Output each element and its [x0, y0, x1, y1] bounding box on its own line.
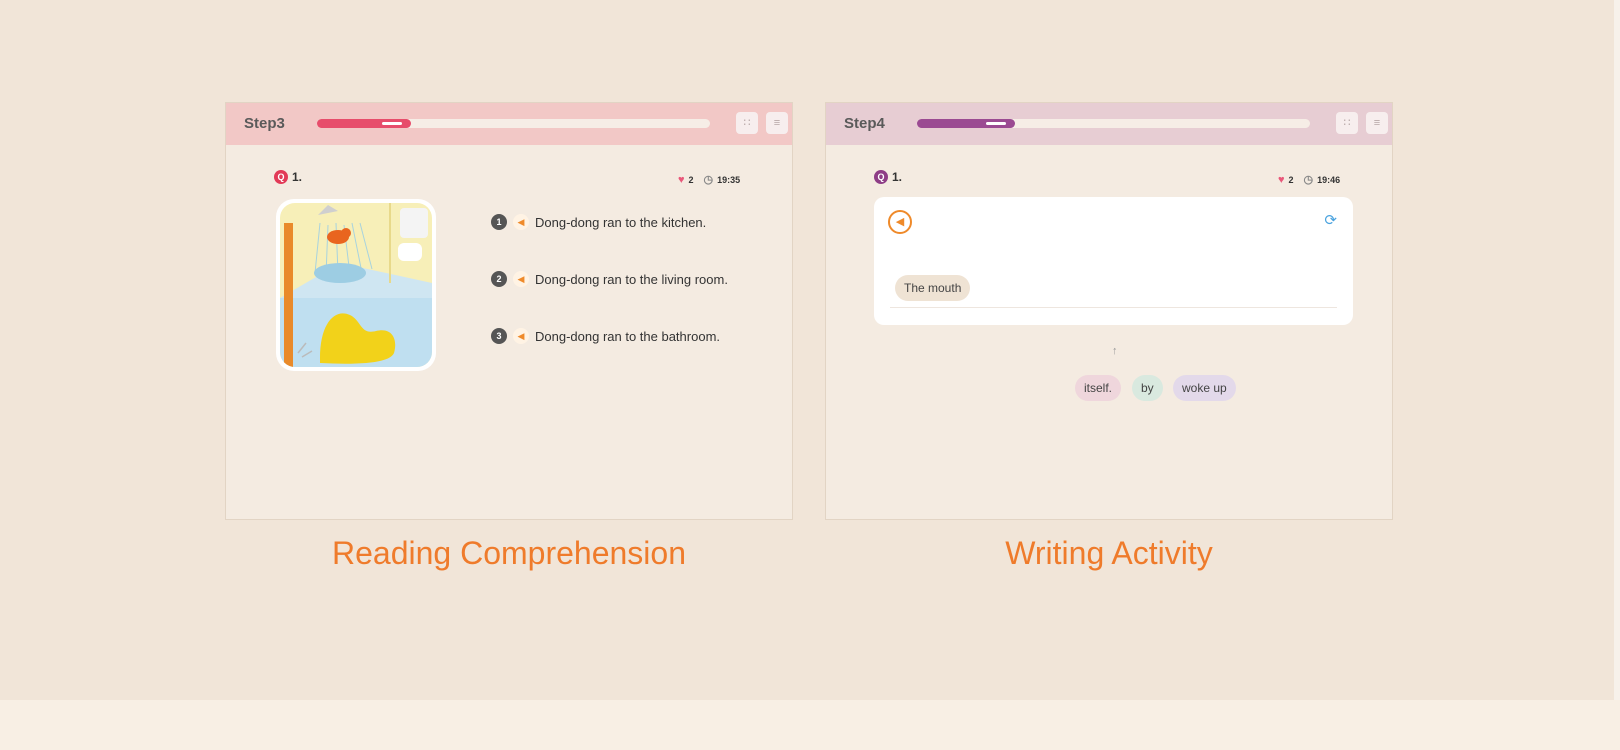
- progress-bar: [317, 119, 710, 128]
- question-picture: [276, 199, 436, 371]
- status-meta: ♥ 2 ◷ 19:35: [678, 173, 741, 187]
- refresh-icon[interactable]: ⟳: [1324, 211, 1337, 229]
- answer-option-3[interactable]: 3 ◀ Dong-dong ran to the bathroom.: [491, 328, 720, 344]
- answer-option-1[interactable]: 1 ◀ Dong-dong ran to the kitchen.: [491, 214, 706, 230]
- word-bank-chip[interactable]: itself.: [1075, 375, 1122, 401]
- answer-option-2[interactable]: 2 ◀ Dong-dong ran to the living room.: [491, 271, 728, 287]
- progress-glint: [382, 122, 403, 125]
- progress-bar: [917, 119, 1310, 128]
- menu-icon[interactable]: ≡: [1366, 112, 1388, 134]
- question-number: 1.: [892, 170, 903, 184]
- q-badge-icon: Q: [274, 170, 288, 184]
- option-text: Dong-dong ran to the kitchen.: [535, 214, 707, 230]
- question-header: Q 1.: [274, 170, 302, 184]
- heart-icon: ♥: [678, 173, 685, 186]
- speaker-icon[interactable]: ◀: [888, 210, 912, 234]
- hearts-count: 2: [1288, 174, 1294, 185]
- writing-screen: Step4 ∷ ≡ Q 1. ♥ 2 ◷ 19:46 ◀ ⟳ The mouth…: [825, 102, 1393, 520]
- hearts-count: 2: [688, 174, 694, 185]
- grid-icon[interactable]: ∷: [736, 112, 758, 134]
- progress-glint: [986, 122, 1007, 125]
- bottom-band: [0, 700, 1620, 750]
- heart-icon: ♥: [1278, 173, 1285, 186]
- speaker-icon[interactable]: ◀: [513, 328, 529, 344]
- timer: 19:35: [717, 174, 741, 185]
- word-bank-chip[interactable]: woke up: [1173, 375, 1236, 401]
- option-number-badge: 2: [491, 271, 507, 287]
- option-number-badge: 1: [491, 214, 507, 230]
- speaker-icon[interactable]: ◀: [513, 214, 529, 230]
- q-badge-icon: Q: [874, 170, 888, 184]
- edge-strip: [1614, 0, 1620, 700]
- question-number: 1.: [292, 170, 303, 184]
- bathroom-duck-illustration: [280, 203, 432, 367]
- answer-card: ◀ ⟳ The mouth: [874, 197, 1353, 325]
- reading-screen: Step3 ∷ ≡ Q 1. ♥ 2 ◷ 19:35 1 ◀ Dong-dong…: [225, 102, 793, 520]
- word-bank-chip[interactable]: by: [1132, 375, 1163, 401]
- question-header: Q 1.: [874, 170, 902, 184]
- progress-fill: [317, 119, 412, 128]
- reading-caption: Reading Comprehension: [332, 535, 686, 571]
- grid-icon[interactable]: ∷: [1336, 112, 1358, 134]
- option-number-badge: 3: [491, 328, 507, 344]
- stopwatch-icon: ◷: [1303, 174, 1314, 186]
- step-label: Step3: [244, 115, 285, 132]
- step-label: Step4: [844, 115, 885, 132]
- speaker-icon[interactable]: ◀: [513, 271, 529, 287]
- writing-topbar: Step4 ∷ ≡: [826, 103, 1392, 145]
- answer-line: [890, 307, 1337, 308]
- progress-fill: [917, 119, 1016, 128]
- menu-icon[interactable]: ≡: [766, 112, 788, 134]
- up-arrow-icon: ↑: [1112, 345, 1118, 357]
- option-text: Dong-dong ran to the living room.: [535, 271, 728, 287]
- reading-topbar: Step3 ∷ ≡: [226, 103, 792, 145]
- timer: 19:46: [1317, 174, 1341, 185]
- writing-caption: Writing Activity: [1005, 535, 1213, 571]
- stopwatch-icon: ◷: [703, 174, 714, 186]
- status-meta: ♥ 2 ◷ 19:46: [1278, 173, 1341, 187]
- placed-word-chip[interactable]: The mouth: [895, 275, 971, 301]
- option-text: Dong-dong ran to the bathroom.: [535, 328, 721, 344]
